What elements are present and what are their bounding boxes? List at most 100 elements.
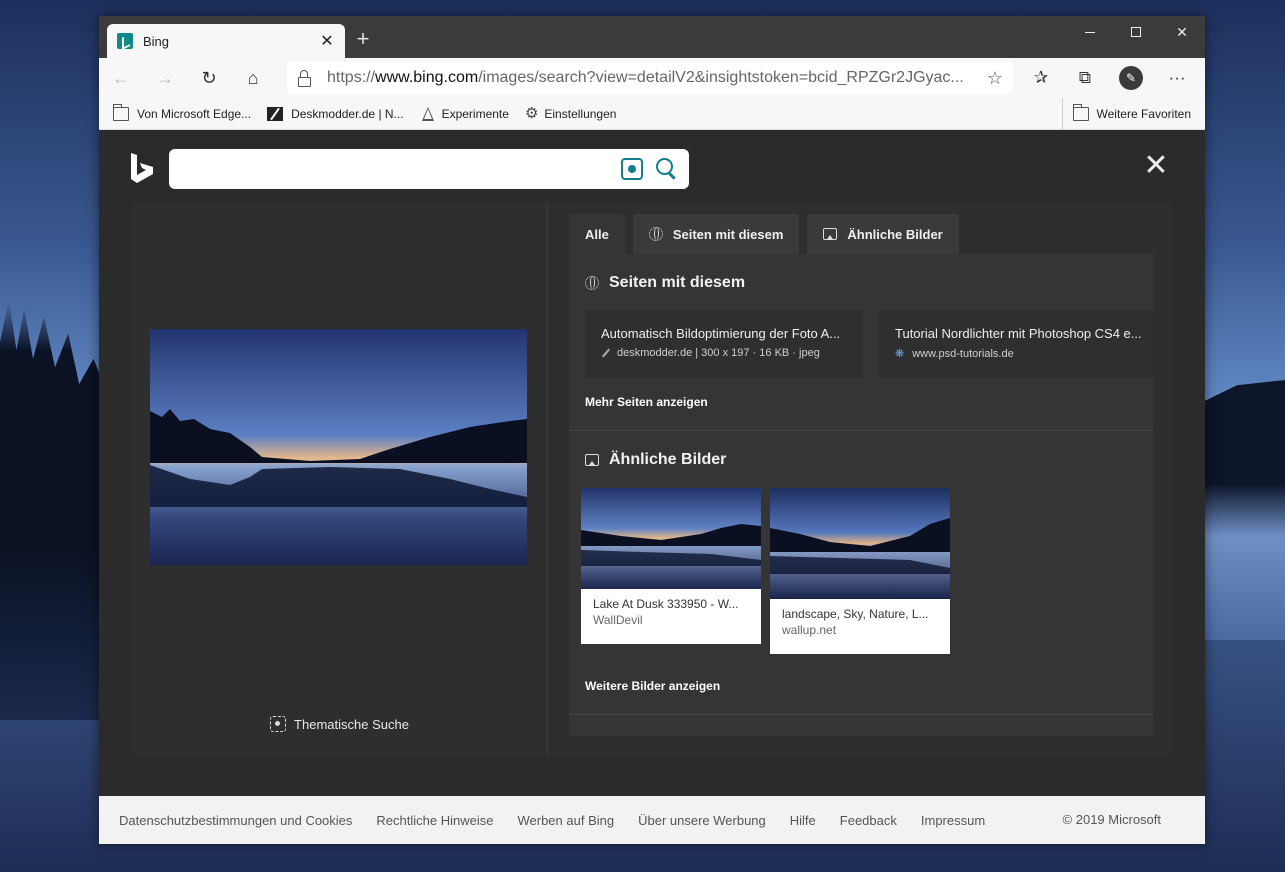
footer-link-advertise[interactable]: Werben auf Bing — [517, 813, 614, 828]
similar-section-heading: Ähnliche Bilder — [585, 451, 726, 469]
similar-image-card[interactable]: Lake At Dusk 333950 - W... WallDevil — [581, 488, 761, 644]
new-tab-button[interactable]: + — [351, 28, 375, 52]
footer-link-privacy[interactable]: Datenschutzbestimmungen und Cookies — [119, 813, 352, 828]
thematic-search-button[interactable]: Thematische Suche — [131, 716, 548, 732]
lock-icon — [297, 70, 311, 87]
footer-link-about-ads[interactable]: Über unsere Werbung — [638, 813, 766, 828]
tab-pages-with-image[interactable]: Seiten mit diesem — [632, 214, 800, 254]
similar-image-source: WallDevil — [593, 613, 643, 627]
footer-link-help[interactable]: Hilfe — [790, 813, 816, 828]
search-input[interactable] — [169, 149, 689, 189]
favorite-item-microsoft-edge[interactable]: Von Microsoft Edge... — [113, 103, 252, 121]
close-detail-button[interactable]: ✕ — [1143, 151, 1169, 181]
more-images-link[interactable]: Weitere Bilder anzeigen — [585, 679, 720, 693]
page-result-card[interactable]: Tutorial Nordlichter mit Photoshop CS4 e… — [879, 310, 1153, 378]
tab-label: Seiten mit diesem — [672, 226, 784, 242]
similar-image-title: landscape, Sky, Nature, L... — [782, 607, 929, 621]
deskmodder-icon — [267, 106, 284, 121]
tab-label: Alle — [585, 226, 609, 242]
image-icon — [823, 228, 838, 240]
globe-icon — [585, 276, 599, 290]
favorite-item-experimente[interactable]: Experimente — [420, 106, 509, 121]
bing-favicon-icon — [117, 33, 133, 49]
profile-button[interactable]: ✎ — [1111, 62, 1151, 94]
similar-image-thumbnail — [770, 488, 950, 599]
similar-image-card[interactable]: landscape, Sky, Nature, L... wallup.net — [770, 488, 950, 654]
favorite-label: Von Microsoft Edge... — [137, 106, 252, 121]
similar-image-source: wallup.net — [782, 623, 837, 637]
minimize-button[interactable] — [1067, 16, 1113, 48]
tab-title: Bing — [143, 33, 170, 49]
psd-tutorials-icon: ❋ — [895, 348, 905, 360]
favorite-item-einstellungen[interactable]: ⚙ Einstellungen — [524, 104, 617, 122]
favorites-bar: Von Microsoft Edge... Deskmodder.de | N.… — [99, 98, 1205, 130]
flask-icon — [420, 106, 434, 121]
url-path: /images/search?view=detailV2&insightstok… — [478, 69, 964, 86]
page-result-title: Automatisch Bildoptimierung der Foto A..… — [601, 326, 841, 341]
footer-link-impressum[interactable]: Impressum — [921, 813, 985, 828]
refresh-button[interactable]: ↻ — [187, 62, 231, 94]
title-bar: Bing ✕ + ✕ — [99, 16, 1205, 58]
insights-panel: Seiten mit diesem Automatisch Bildoptimi… — [569, 254, 1153, 736]
favorite-label: Experimente — [441, 106, 509, 121]
search-icon[interactable] — [655, 157, 677, 181]
visual-search-icon — [270, 716, 287, 732]
gear-icon: ⚙ — [524, 104, 539, 122]
back-button[interactable]: ← — [99, 62, 143, 94]
tab-close-icon[interactable]: ✕ — [319, 31, 335, 51]
more-pages-link[interactable]: Mehr Seiten anzeigen — [585, 395, 708, 409]
url-scheme: https:// — [327, 69, 376, 86]
similar-image-thumbnail — [581, 488, 761, 589]
section-divider — [569, 430, 1153, 431]
similar-image-caption: Lake At Dusk 333950 - W... WallDevil — [581, 589, 761, 635]
folder-icon — [113, 103, 129, 121]
other-favorites-label: Weitere Favoriten — [1096, 107, 1191, 121]
similar-heading-label: Ähnliche Bilder — [609, 451, 727, 468]
more-menu-button[interactable]: ··· — [1157, 62, 1197, 94]
deskmodder-icon — [602, 348, 610, 358]
browser-window: Bing ✕ + ✕ ← → ↻ ⌂ https://www.bing.com/… — [99, 16, 1205, 844]
bing-page: ✕ Thematische Suche Alle Seiten mit dies… — [99, 131, 1205, 796]
minimize-icon — [1085, 31, 1095, 33]
navigation-bar: ← → ↻ ⌂ https://www.bing.com/images/sear… — [99, 58, 1205, 98]
footer-link-legal[interactable]: Rechtliche Hinweise — [376, 813, 493, 828]
favorites-button[interactable]: ✰ — [1021, 62, 1061, 94]
visual-search-icon[interactable] — [621, 158, 643, 180]
tab-all[interactable]: Alle — [569, 214, 625, 254]
page-footer: Datenschutzbestimmungen und Cookies Rech… — [99, 796, 1205, 844]
image-pane: Thematische Suche — [131, 202, 548, 756]
home-button[interactable]: ⌂ — [231, 62, 275, 94]
url-text[interactable]: https://www.bing.com/images/search?view=… — [327, 69, 979, 87]
window-close-button[interactable]: ✕ — [1159, 16, 1205, 48]
profile-avatar-icon: ✎ — [1119, 66, 1143, 90]
image-icon — [585, 454, 599, 466]
url-host: www.bing.com — [375, 69, 479, 86]
page-result-title: Tutorial Nordlichter mit Photoshop CS4 e… — [895, 326, 1142, 341]
desktop-trees — [0, 300, 110, 720]
desktop-hills — [1205, 380, 1285, 640]
other-favorites[interactable]: Weitere Favoriten — [1061, 98, 1191, 130]
forward-button[interactable]: → — [143, 62, 187, 94]
address-bar[interactable]: https://www.bing.com/images/search?view=… — [287, 62, 1013, 94]
thematic-search-label: Thematische Suche — [294, 716, 409, 732]
main-image[interactable] — [150, 329, 527, 565]
similar-image-caption: landscape, Sky, Nature, L... wallup.net — [770, 599, 950, 645]
bing-logo-icon[interactable] — [129, 151, 155, 185]
page-result-card[interactable]: Automatisch Bildoptimierung der Foto A..… — [585, 310, 863, 378]
collections-button[interactable]: ⧉ — [1065, 62, 1105, 94]
tab-similar-images[interactable]: Ähnliche Bilder — [807, 214, 959, 254]
page-result-meta-text: www.psd-tutorials.de — [912, 347, 1014, 360]
footer-link-feedback[interactable]: Feedback — [840, 813, 897, 828]
favorite-label: Einstellungen — [544, 106, 617, 121]
copyright-text: © 2019 Microsoft — [1062, 812, 1161, 827]
page-result-meta-text: deskmodder.de | 300 x 197 · 16 KB · jpeg — [617, 347, 820, 359]
browser-tab[interactable]: Bing ✕ — [107, 24, 345, 58]
favorite-item-deskmodder[interactable]: Deskmodder.de | N... — [267, 106, 404, 121]
maximize-button[interactable] — [1113, 16, 1159, 48]
pages-heading-label: Seiten mit diesem — [609, 274, 746, 291]
insights-tabs: Alle Seiten mit diesem Ähnliche Bilder — [569, 214, 967, 254]
globe-icon — [648, 227, 663, 241]
favorite-label: Deskmodder.de | N... — [291, 106, 404, 121]
add-favorite-icon[interactable]: ☆ — [987, 68, 1003, 89]
similar-image-title: Lake At Dusk 333950 - W... — [593, 597, 739, 611]
